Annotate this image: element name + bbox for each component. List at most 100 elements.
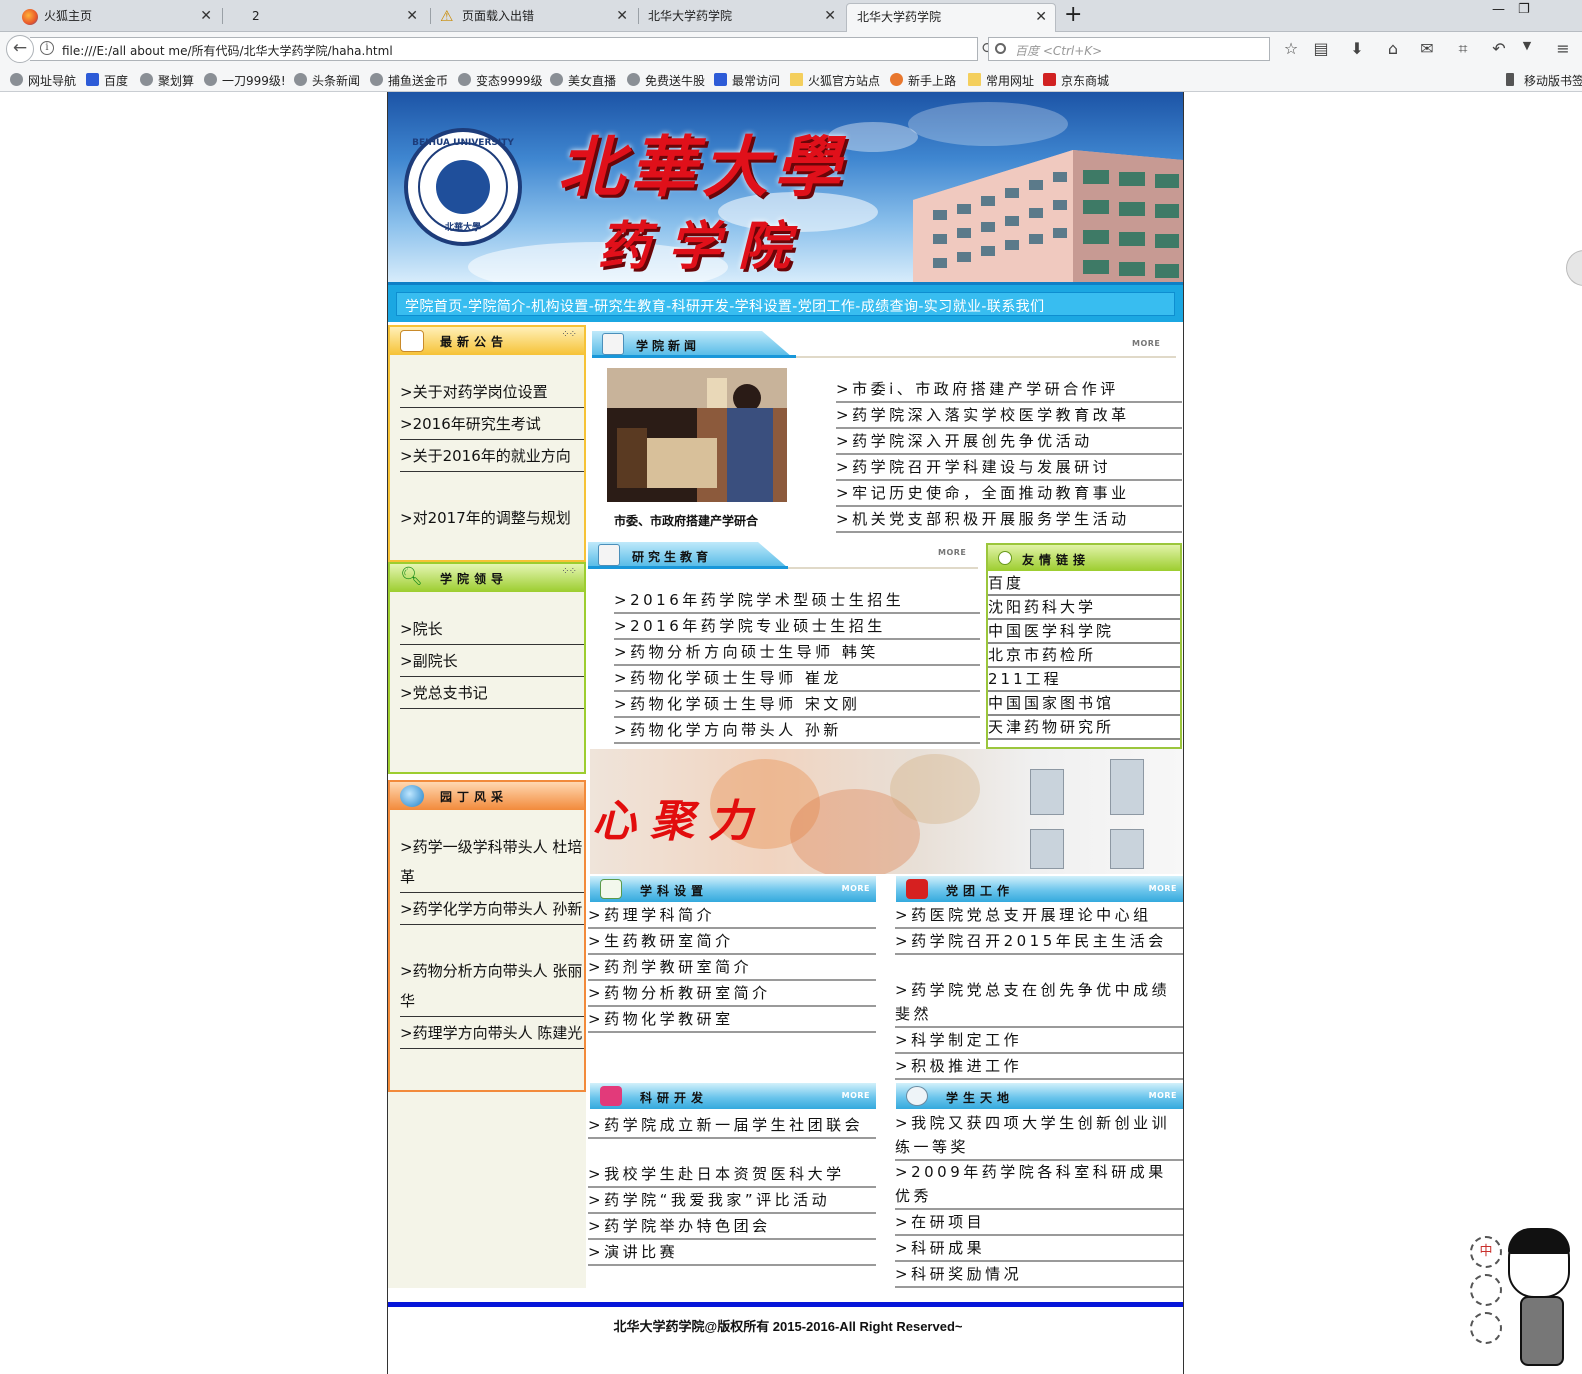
students-item[interactable]: >在研项目	[895, 1210, 1183, 1236]
leader-item[interactable]: >党总支书记	[400, 678, 584, 709]
back-button[interactable]: ←	[6, 35, 34, 63]
friend-link[interactable]: 天津药物研究所	[988, 716, 1180, 740]
restore-icon[interactable]: ❐	[1518, 2, 1530, 17]
party-item[interactable]: >积极推进工作	[895, 1054, 1183, 1080]
news-item[interactable]: >牢记历史使命，全面推动教育事业	[836, 481, 1182, 507]
news-item[interactable]: >机关党支部积极开展服务学生活动	[836, 507, 1182, 533]
news-item[interactable]: >药学院召开学科建设与发展研讨	[836, 455, 1182, 481]
chat-icon[interactable]: ✉	[1416, 39, 1438, 58]
notice-item[interactable]: >关于2016年的就业方向	[400, 441, 584, 472]
widget-bubble[interactable]	[1470, 1312, 1502, 1344]
graduate-item[interactable]: >2016年药学院专业硕士生招生	[614, 614, 980, 640]
discipline-item[interactable]: >生药教研室简介	[588, 929, 876, 955]
news-photo-caption[interactable]: 市委、市政府搭建产学研合	[614, 512, 758, 529]
party-item[interactable]: >药学院召开2015年民主生活会	[895, 929, 1183, 955]
research-item[interactable]: >药学院“我爱我家”评比活动	[588, 1188, 876, 1214]
students-item[interactable]: >我院又获四项大学生创新创业训练一等奖	[895, 1111, 1183, 1161]
graduate-item[interactable]: >药物化学硕士生导师 宋文刚	[614, 692, 980, 718]
close-icon[interactable]: ✕	[406, 3, 418, 29]
research-item[interactable]: >演讲比赛	[588, 1240, 876, 1266]
download-icon[interactable]: ⬇	[1346, 39, 1368, 58]
friend-link[interactable]: 百度	[988, 572, 1180, 596]
party-more-link[interactable]: MORE	[1149, 884, 1177, 893]
bookmark-item[interactable]: 常用网址	[968, 72, 1034, 89]
url-text[interactable]: file:///E:/all about me/所有代码/北华大学药学院/hah…	[62, 42, 393, 59]
bookmark-item[interactable]: 免费送牛股	[627, 72, 705, 89]
bookmark-item[interactable]: 京东商城	[1043, 72, 1109, 89]
undo-icon[interactable]: ↶	[1488, 39, 1510, 58]
menu-icon[interactable]: ≡	[1552, 39, 1574, 58]
bookmark-item[interactable]: 美女直播	[550, 72, 616, 89]
graduate-item[interactable]: >药物分析方向硕士生导师 韩笑	[614, 640, 980, 666]
graduate-more-link[interactable]: MORE	[938, 548, 966, 557]
party-item[interactable]: >药医院党总支开展理论中心组	[895, 903, 1183, 929]
research-more-link[interactable]: MORE	[842, 1091, 870, 1100]
research-item[interactable]: >我校学生赴日本资贺医科大学	[588, 1162, 876, 1188]
bookmark-item[interactable]: 捕鱼送金币	[370, 72, 448, 89]
friend-link[interactable]: 沈阳药科大学	[988, 596, 1180, 620]
discipline-item[interactable]: >药剂学教研室简介	[588, 955, 876, 981]
party-item[interactable]: >科学制定工作	[895, 1028, 1183, 1054]
notice-item[interactable]: >对2017年的调整与规划	[400, 503, 584, 533]
discipline-more-link[interactable]: MORE	[842, 884, 870, 893]
discipline-item[interactable]: >药物分析教研室简介	[588, 981, 876, 1007]
students-item[interactable]: >科研奖励情况	[895, 1262, 1183, 1288]
news-more-link[interactable]: MORE	[1132, 339, 1160, 348]
close-icon[interactable]: ✕	[824, 3, 836, 29]
teacher-item[interactable]: >药学化学方向带头人 孙新	[400, 894, 584, 925]
research-item[interactable]: >药学院成立新一届学生社团联会	[588, 1113, 876, 1139]
floating-mascot-widget[interactable]: 中	[1468, 1228, 1582, 1374]
tab-2[interactable]: 2 ✕	[208, 3, 426, 32]
url-bar[interactable]: i file:///E:/all about me/所有代码/北华大学药学院/h…	[30, 37, 995, 61]
minimize-icon[interactable]: —	[1492, 2, 1505, 17]
teacher-item[interactable]: >药学一级学科带头人 杜培革	[400, 832, 584, 893]
bookmark-item[interactable]: 新手上路	[890, 72, 956, 89]
news-item[interactable]: >市委i、市政府搭建产学研合作评	[836, 377, 1182, 403]
bookmark-item[interactable]: 火狐官方站点	[790, 72, 880, 89]
search-input[interactable]: 百度 <Ctrl+K>	[988, 37, 1270, 61]
teacher-item[interactable]: >药物分析方向带头人 张丽华	[400, 956, 584, 1017]
graduate-item[interactable]: >药物化学方向带头人 孙新	[614, 718, 980, 744]
graduate-item[interactable]: >药物化学硕士生导师 崔龙	[614, 666, 980, 692]
crop-icon[interactable]: ⌗	[1452, 39, 1474, 59]
tab-4[interactable]: 北华大学药学院 ✕	[604, 3, 844, 32]
side-scroll-handle[interactable]	[1566, 250, 1582, 286]
home-icon[interactable]: ⌂	[1382, 39, 1404, 58]
bookmark-item[interactable]: 一刀999级!	[204, 72, 286, 89]
bookmark-item[interactable]: 变态9999级	[458, 72, 543, 89]
news-item[interactable]: >药学院深入开展创先争优活动	[836, 429, 1182, 455]
students-item[interactable]: >科研成果	[895, 1236, 1183, 1262]
notice-item[interactable]: >关于对药学岗位设置	[400, 377, 584, 408]
discipline-item[interactable]: >药理学科简介	[588, 903, 876, 929]
teacher-item[interactable]: >药理学方向带头人 陈建光	[400, 1018, 584, 1049]
tab-5-active[interactable]: 北华大学药学院 ✕	[846, 3, 1056, 32]
main-nav-links[interactable]: 学院首页-学院简介-机构设置-研究生教育-科研开发-学科设置-党团工作-成绩查询…	[405, 296, 1044, 316]
leader-item[interactable]: >副院长	[400, 646, 584, 677]
close-icon[interactable]: ✕	[1035, 4, 1047, 30]
info-icon[interactable]: i	[40, 41, 54, 55]
widget-bubble[interactable]	[1470, 1274, 1502, 1306]
chevron-down-icon[interactable]: ▼	[1516, 39, 1538, 52]
tab-1[interactable]: 火狐主页 ✕	[0, 3, 220, 32]
students-item[interactable]: >2009年药学院各科室科研成果优秀	[895, 1160, 1183, 1210]
research-item[interactable]: >药学院举办特色团会	[588, 1214, 876, 1240]
friend-link[interactable]: 北京市药检所	[988, 644, 1180, 668]
widget-bubble[interactable]: 中	[1470, 1236, 1502, 1268]
bookmark-item[interactable]: 最常访问	[714, 72, 780, 89]
leader-item[interactable]: >院长	[400, 614, 584, 645]
bookmark-item[interactable]: 聚划算	[140, 72, 194, 89]
friend-link[interactable]: 中国国家图书馆	[988, 692, 1180, 716]
friend-link[interactable]: 中国医学科学院	[988, 620, 1180, 644]
bookmark-item[interactable]: 头条新闻	[294, 72, 360, 89]
new-tab-button[interactable]: +	[1064, 2, 1082, 28]
bookmark-item[interactable]: 百度	[86, 72, 128, 89]
notice-item[interactable]: >2016年研究生考试	[400, 409, 584, 440]
party-item[interactable]: >药学院党总支在创先争优中成绩斐然	[895, 978, 1183, 1028]
students-more-link[interactable]: MORE	[1149, 1091, 1177, 1100]
reading-list-icon[interactable]: ▤	[1310, 39, 1332, 58]
discipline-item[interactable]: >药物化学教研室	[588, 1007, 876, 1033]
bookmark-item[interactable]: 网址导航	[10, 72, 76, 89]
friend-link[interactable]: 211工程	[988, 668, 1180, 692]
bookmark-item[interactable]: 移动版书签	[1506, 72, 1582, 89]
news-item[interactable]: >药学院深入落实学校医学教育改革	[836, 403, 1182, 429]
